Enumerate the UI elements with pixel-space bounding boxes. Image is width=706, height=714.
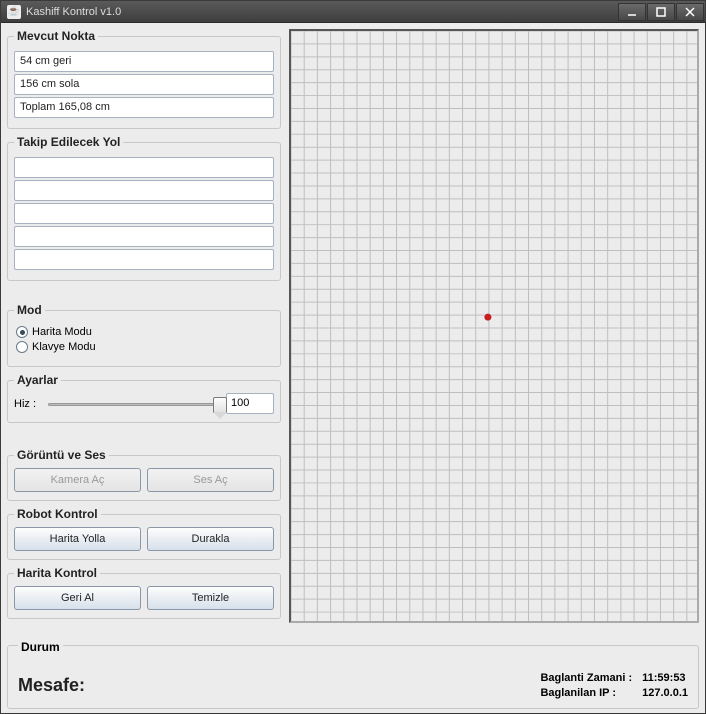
map-canvas[interactable] <box>289 29 699 623</box>
radio-label-keyboard: Klavye Modu <box>32 341 96 353</box>
conn-time-value: 11:59:53 <box>642 672 688 684</box>
close-button[interactable] <box>676 3 704 21</box>
pause-button[interactable]: Durakla <box>147 527 274 551</box>
client-area: Mevcut Nokta 54 cm geri 156 cm sola Topl… <box>1 23 705 713</box>
path-field-5[interactable] <box>14 249 274 270</box>
map-dot <box>484 314 491 321</box>
minimize-button[interactable] <box>618 3 646 21</box>
radio-icon <box>16 326 28 338</box>
radio-keyboard-mode[interactable]: Klavye Modu <box>16 341 272 353</box>
window-title: Kashiff Kontrol v1.0 <box>26 6 617 18</box>
current-point-back[interactable]: 54 cm geri <box>14 51 274 72</box>
right-panel <box>289 29 699 623</box>
status-section: Durum Mesafe: Baglanti Zamani : 11:59:53… <box>7 645 699 709</box>
section-mode: Mod Harita Modu Klavye Modu <box>7 303 281 367</box>
distance-label: Mesafe: <box>18 675 85 696</box>
conn-ip-value: 127.0.0.1 <box>642 687 688 699</box>
titlebar[interactable]: ☕ Kashiff Kontrol v1.0 <box>1 1 705 23</box>
slider-thumb[interactable] <box>213 397 227 413</box>
section-video-audio: Görüntü ve Ses Kamera Aç Ses Aç <box>7 448 281 501</box>
camera-button[interactable]: Kamera Aç <box>14 468 141 492</box>
path-field-3[interactable] <box>14 203 274 224</box>
speed-label: Hiz : <box>14 398 42 410</box>
app-window: ☕ Kashiff Kontrol v1.0 Mevcut Nokta 54 c… <box>0 0 706 714</box>
java-icon: ☕ <box>7 5 21 19</box>
radio-icon <box>16 341 28 353</box>
conn-time-label: Baglanti Zamani : <box>540 672 632 684</box>
conn-ip-label: Baglanilan IP : <box>540 687 632 699</box>
send-map-button[interactable]: Harita Yolla <box>14 527 141 551</box>
section-robot-control: Robot Kontrol Harita Yolla Durakla <box>7 507 281 560</box>
legend-video-audio: Görüntü ve Ses <box>14 448 109 462</box>
radio-map-mode[interactable]: Harita Modu <box>16 326 272 338</box>
sound-button[interactable]: Ses Aç <box>147 468 274 492</box>
grid-svg <box>291 31 697 621</box>
speed-value-field[interactable]: 100 <box>226 393 274 414</box>
window-buttons <box>617 3 704 21</box>
path-field-2[interactable] <box>14 180 274 201</box>
section-settings: Ayarlar Hiz : 100 <box>7 373 281 423</box>
legend-settings: Ayarlar <box>14 373 61 387</box>
path-field-4[interactable] <box>14 226 274 247</box>
speed-slider[interactable] <box>48 395 220 413</box>
current-point-left[interactable]: 156 cm sola <box>14 74 274 95</box>
section-map-control: Harita Kontrol Geri Al Temizle <box>7 566 281 619</box>
slider-track <box>48 403 220 406</box>
legend-path: Takip Edilecek Yol <box>14 135 123 149</box>
radio-label-map: Harita Modu <box>32 326 92 338</box>
current-point-total[interactable]: Toplam 165,08 cm <box>14 97 274 118</box>
undo-button[interactable]: Geri Al <box>14 586 141 610</box>
left-panel: Mevcut Nokta 54 cm geri 156 cm sola Topl… <box>7 29 281 623</box>
legend-current-point: Mevcut Nokta <box>14 29 98 43</box>
section-current-point: Mevcut Nokta 54 cm geri 156 cm sola Topl… <box>7 29 281 129</box>
legend-status: Durum <box>18 640 63 654</box>
legend-map-control: Harita Kontrol <box>14 566 100 580</box>
legend-mode: Mod <box>14 303 45 317</box>
maximize-button[interactable] <box>647 3 675 21</box>
clear-button[interactable]: Temizle <box>147 586 274 610</box>
path-field-1[interactable] <box>14 157 274 178</box>
section-path: Takip Edilecek Yol <box>7 135 281 281</box>
legend-robot-control: Robot Kontrol <box>14 507 101 521</box>
